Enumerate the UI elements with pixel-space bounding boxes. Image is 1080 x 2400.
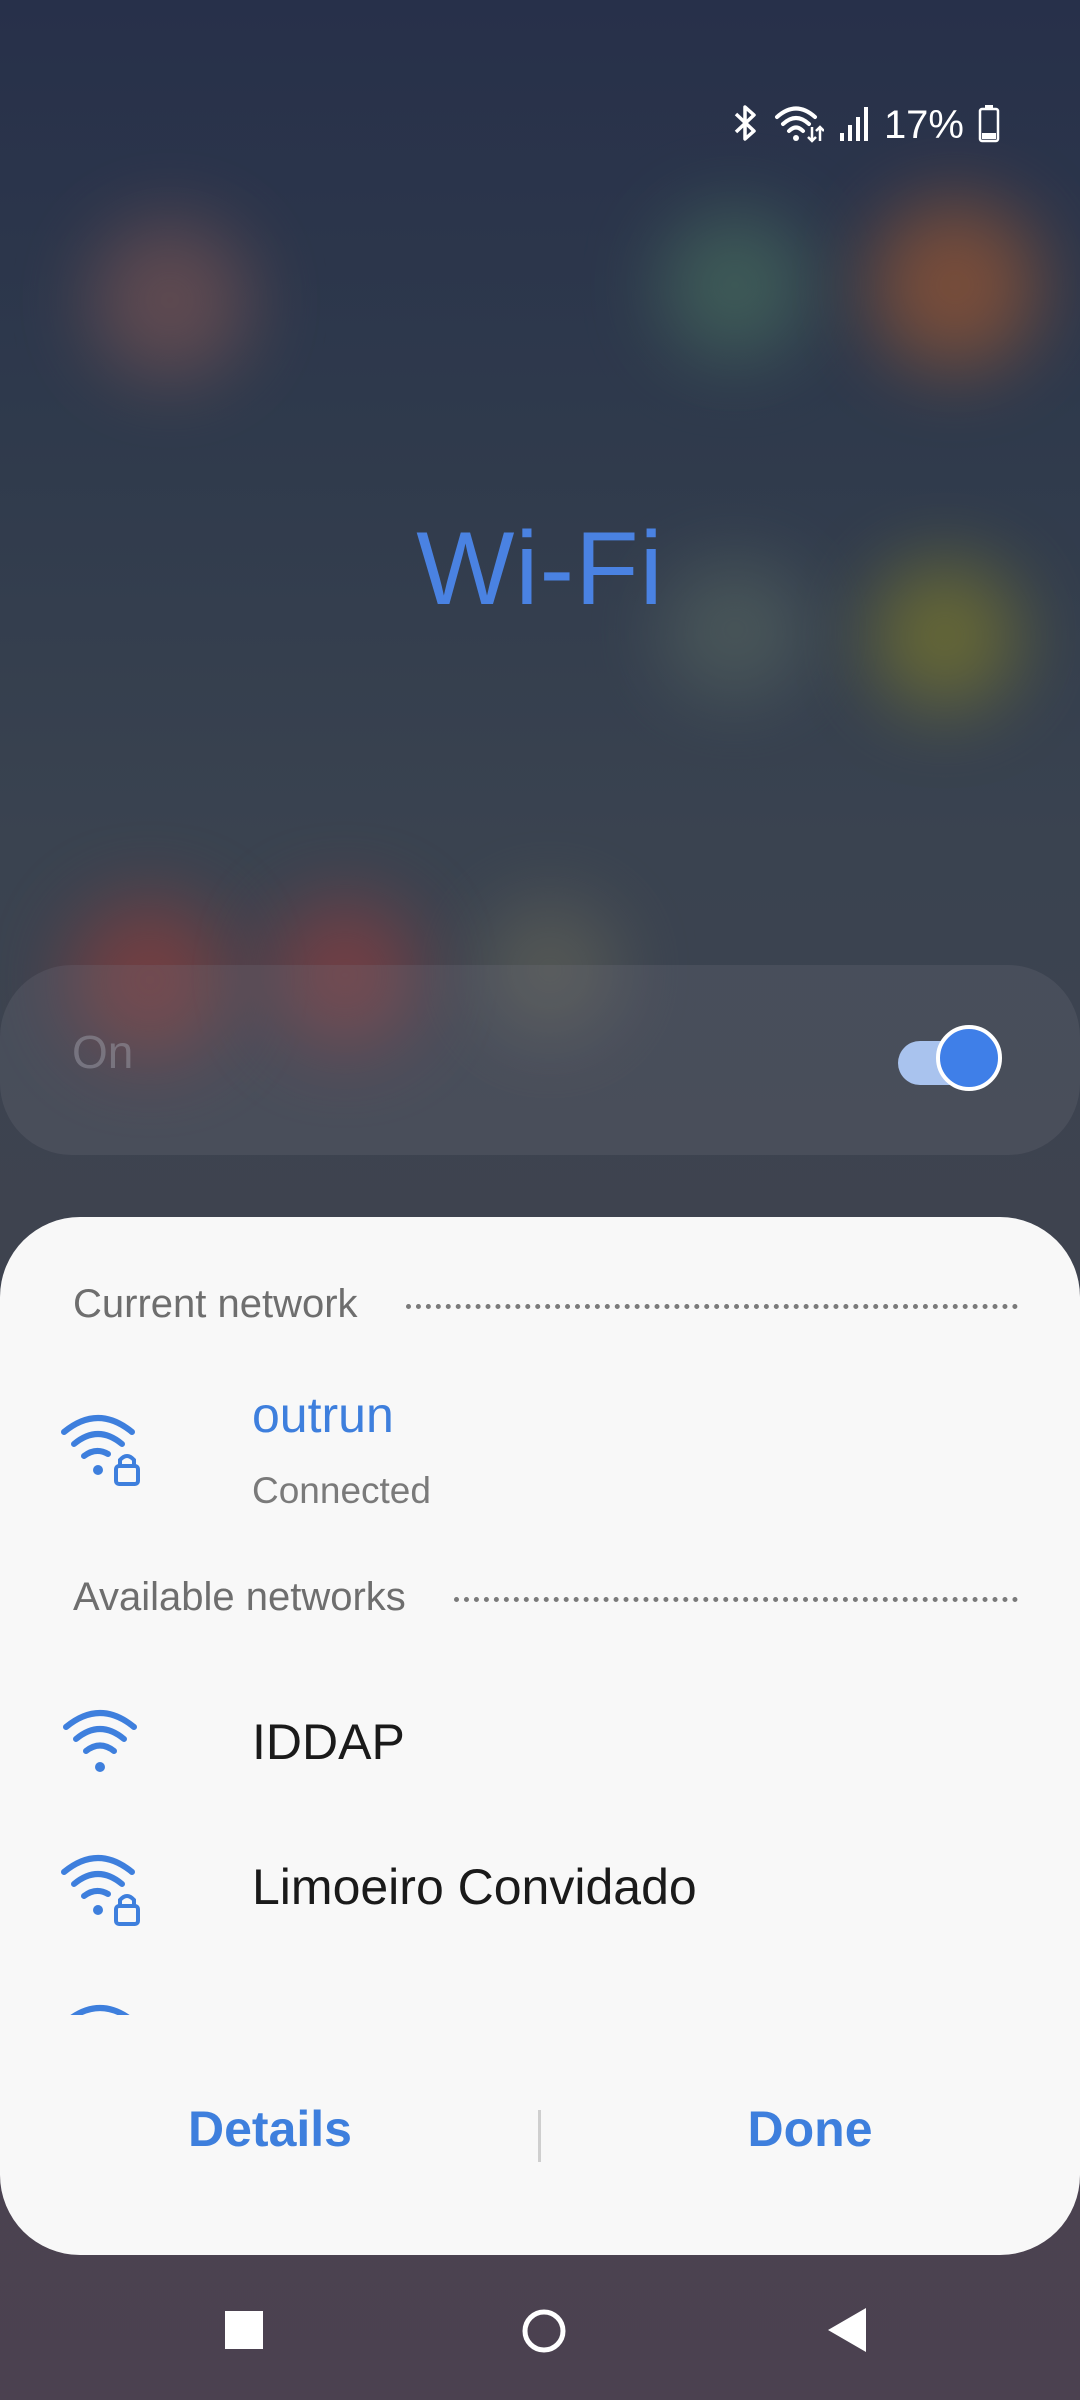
background-blur <box>870 200 1040 370</box>
available-networks-header: Available networks <box>73 1575 1018 1620</box>
section-divider <box>405 1304 1018 1309</box>
battery-icon <box>978 103 1000 148</box>
background-blur <box>90 220 250 380</box>
section-divider <box>453 1597 1018 1602</box>
navigation-bar <box>0 2280 1080 2380</box>
network-item[interactable]: Limoeiro Convidado <box>0 1830 1080 1950</box>
current-network-header: Current network <box>73 1282 1018 1327</box>
bluetooth-icon <box>732 103 760 148</box>
wifi-toggle-row[interactable]: On <box>0 965 1080 1155</box>
section-title: Available networks <box>73 1575 406 1619</box>
network-name: Limoeiro Convidado <box>252 1859 697 1915</box>
current-network-item[interactable]: outrun Connected <box>0 1387 1080 1511</box>
toggle-label: On <box>72 1026 134 1078</box>
wifi-data-icon <box>774 103 825 148</box>
status-bar: 17% <box>732 95 1000 155</box>
button-divider <box>538 2110 541 2162</box>
section-title: Current network <box>73 1282 358 1326</box>
done-button[interactable]: Done <box>660 2100 960 2158</box>
wifi-lock-icon <box>60 1850 144 1930</box>
wifi-icon <box>60 2000 144 2015</box>
background-blur <box>660 210 810 360</box>
details-button[interactable]: Details <box>120 2100 420 2158</box>
recents-icon[interactable] <box>224 2310 264 2355</box>
network-item[interactable]: IDDAP <box>0 1685 1080 1805</box>
available-networks-list[interactable]: IDDAP Limoeiro Convidado <box>0 1650 1080 2015</box>
wifi-lock-icon <box>60 1410 144 1490</box>
network-name: outrun <box>252 1387 394 1443</box>
signal-icon <box>838 103 870 148</box>
switch-knob <box>936 1025 1002 1091</box>
network-status: Connected <box>252 1470 431 1511</box>
network-item-partial[interactable] <box>0 1980 1080 2015</box>
page-title: Wi-Fi <box>416 511 664 627</box>
home-icon[interactable] <box>521 2308 567 2359</box>
wifi-switch[interactable] <box>898 1025 1002 1097</box>
back-icon[interactable] <box>826 2306 868 2359</box>
wifi-icon <box>60 1705 144 1785</box>
battery-percent: 17% <box>883 102 964 147</box>
network-name: IDDAP <box>252 1714 405 1770</box>
